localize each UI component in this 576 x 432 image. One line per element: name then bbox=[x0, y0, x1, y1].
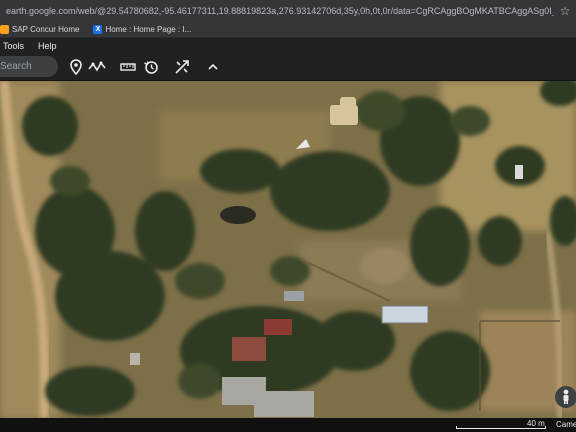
menu-help[interactable]: Help bbox=[38, 41, 57, 51]
menu-tools[interactable]: Tools bbox=[3, 41, 24, 51]
bookmark-label: SAP Concur Home bbox=[12, 25, 80, 34]
collapse-button[interactable] bbox=[203, 57, 223, 77]
historical-imagery-icon bbox=[144, 61, 158, 74]
url-text[interactable]: earth.google.com/web/@29.54780682,-95.46… bbox=[0, 6, 554, 16]
camera-readout: Camera bbox=[556, 420, 576, 429]
placemark-icon bbox=[70, 59, 82, 75]
ruler-button[interactable] bbox=[118, 57, 138, 77]
bookmark-star-icon[interactable]: ☆ bbox=[554, 4, 576, 18]
placemark-button[interactable] bbox=[66, 57, 86, 77]
path-icon bbox=[88, 61, 106, 72]
street-view-button[interactable] bbox=[555, 386, 576, 408]
satellite-imagery bbox=[0, 81, 576, 418]
x-icon: X bbox=[93, 25, 103, 34]
bookmark-label: Home : Home Page : I... bbox=[105, 25, 192, 34]
chevron-up-icon bbox=[208, 63, 218, 70]
bookmark-sap-concur[interactable]: SAP Concur Home bbox=[0, 25, 79, 34]
ruler-icon bbox=[120, 63, 136, 71]
historical-imagery-button[interactable] bbox=[141, 57, 161, 77]
flight-button[interactable] bbox=[172, 57, 192, 77]
search-placeholder: Search bbox=[0, 61, 32, 72]
sap-icon bbox=[0, 25, 9, 34]
scale-label: 40 m bbox=[527, 419, 545, 428]
bookmarks-bar: SAP Concur Home X Home : Home Page : I..… bbox=[0, 22, 576, 38]
status-bar: 40 m Camera bbox=[0, 418, 576, 432]
pegman-icon bbox=[563, 389, 569, 404]
satellite-map[interactable] bbox=[0, 81, 576, 418]
toolbar: Search bbox=[0, 53, 576, 81]
bookmark-home-page[interactable]: X Home : Home Page : I... bbox=[93, 25, 191, 34]
path-button[interactable] bbox=[87, 57, 107, 77]
search-input[interactable]: Search bbox=[0, 56, 58, 77]
flight-icon bbox=[175, 60, 189, 74]
menu-bar: Tools Help bbox=[0, 38, 576, 53]
address-bar[interactable]: earth.google.com/web/@29.54780682,-95.46… bbox=[0, 0, 576, 22]
